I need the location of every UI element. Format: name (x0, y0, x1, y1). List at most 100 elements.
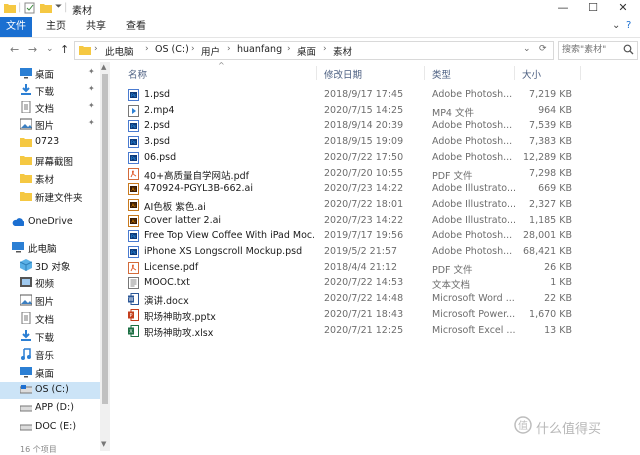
sidebar-item-pictures-pc[interactable]: 图片 (0, 292, 100, 309)
file-row[interactable]: Ps 2.psd 2018/9/14 20:39 Adobe Photosh... 7,… (122, 118, 592, 134)
file-type: Adobe Photosh... (432, 151, 513, 163)
file-row[interactable]: P 职场神助攻.pptx 2020/7/21 18:43 Microsoft Powe… (122, 307, 592, 323)
status-item-count: 16 个项目 (20, 445, 57, 454)
file-row[interactable]: Ps 06.psd 2020/7/22 17:50 Adobe Photosh... 1… (122, 150, 592, 166)
quick-access-dropdown-icon[interactable]: ⏷ (55, 2, 62, 14)
file-row[interactable]: Ps iPhone XS Longscroll Mockup.psd 2019/5/… (122, 244, 592, 260)
svg-text:Ps: Ps (131, 234, 137, 240)
file-row[interactable]: License.pdf 2018/4/4 21:12 PDF 文件 26 KB (122, 260, 592, 276)
sidebar-item-videos[interactable]: 视频 (0, 274, 100, 291)
column-divider[interactable] (580, 66, 581, 80)
folder-icon (20, 192, 32, 201)
column-header-name[interactable]: 名称 (128, 67, 147, 81)
file-type: Adobe Photosh... (432, 136, 513, 148)
column-header-date[interactable]: 修改日期 (324, 67, 362, 81)
sidebar-item-downloads-pc[interactable]: 下载 (0, 328, 100, 345)
file-date: 2019/7/17 19:56 (324, 230, 404, 242)
forward-button[interactable]: → (28, 43, 37, 56)
ribbon-expand-icon[interactable]: ⌄ (612, 20, 620, 31)
search-input[interactable] (559, 42, 621, 57)
sidebar-item-this-pc[interactable]: 此电脑 (0, 239, 100, 256)
file-row[interactable]: X 职场神助攻.xlsx 2020/7/21 12:25 Microsoft Exce… (122, 323, 592, 339)
pin-icon[interactable]: ✦ (88, 118, 95, 127)
navigation-pane-scrollbar[interactable]: ▲ ▼ (100, 62, 110, 451)
tab-view[interactable]: 查看 (120, 17, 152, 37)
up-button[interactable]: ↑ (60, 43, 69, 56)
sidebar-item-doc-e[interactable]: DOC (E:) (0, 419, 100, 436)
file-row[interactable]: MOOC.txt 2020/7/22 14:53 文本文档 1 KB (122, 275, 592, 291)
sidebar-item-3d-objects[interactable]: 3D 对象 (0, 257, 100, 274)
column-header-type[interactable]: 类型 (432, 67, 451, 81)
maximize-button[interactable]: ☐ (578, 0, 608, 17)
scrollbar-thumb[interactable] (102, 74, 108, 404)
help-icon[interactable]: ? (626, 20, 631, 31)
breadcrumb-os-c[interactable]: OS (C:) (155, 44, 189, 55)
sidebar-item-onedrive[interactable]: OneDrive (0, 214, 100, 231)
sidebar-item-app-d[interactable]: APP (D:) (0, 400, 100, 417)
column-header-size[interactable]: 大小 (522, 67, 541, 81)
sidebar-item-label: 视频 (35, 279, 55, 290)
file-type: Adobe Illustrato... (432, 214, 517, 226)
sidebar-item-folder-0723[interactable]: 0723 (0, 134, 100, 151)
address-dropdown-icon[interactable]: ⌄ (523, 44, 531, 54)
file-row[interactable]: Ps 1.psd 2018/9/17 17:45 Adobe Photosh... 7,… (122, 87, 592, 103)
file-date: 2020/7/23 14:22 (324, 183, 404, 195)
tab-share[interactable]: 共享 (80, 17, 112, 37)
breadcrumb-user[interactable]: huanfang (237, 44, 282, 55)
download-icon (21, 84, 31, 95)
back-button[interactable]: ← (10, 43, 19, 56)
file-row[interactable]: 40+高质量自学网站.pdf 2020/7/20 10:55 PDF 文件 7,298… (122, 166, 592, 182)
sidebar-item-downloads[interactable]: 下载 ✦ (0, 82, 100, 99)
illustrator-file-icon: Ai (128, 183, 139, 196)
sidebar-item-desktop[interactable]: 桌面 ✦ (0, 65, 100, 82)
sidebar-item-assets[interactable]: 素材 (0, 170, 100, 187)
pdf-file-icon (128, 167, 139, 180)
pin-icon[interactable]: ✦ (88, 84, 95, 93)
scroll-down-icon[interactable]: ▼ (101, 440, 106, 448)
illustrator-file-icon: Ai (128, 198, 139, 211)
sidebar-item-label: OS (C:) (35, 384, 69, 395)
sidebar-item-os-c[interactable]: OS (C:) (0, 382, 100, 399)
file-row[interactable]: 2.mp4 2020/7/15 14:25 MP4 文件 964 KB (122, 103, 592, 119)
column-divider[interactable] (514, 66, 515, 80)
pin-icon[interactable]: ✦ (88, 101, 95, 110)
refresh-icon[interactable]: ⟳ (539, 44, 547, 54)
file-row[interactable]: Ai AI色板 紫色.ai 2020/7/22 18:01 Adobe Illustr… (122, 197, 592, 213)
tab-file[interactable]: 文件 (0, 17, 32, 37)
recent-locations-button[interactable]: ⌄ (46, 44, 54, 54)
breadcrumb-current[interactable]: 素材 (333, 44, 352, 58)
column-divider[interactable] (316, 66, 317, 80)
address-bar[interactable]: › 此电脑 › OS (C:) › 用户 › huanfang › 桌面 › 素… (74, 41, 554, 60)
file-row[interactable]: W 演讲.docx 2020/7/22 14:48 Microsoft Word ..… (122, 291, 592, 307)
close-button[interactable]: ✕ (608, 0, 638, 17)
sidebar-item-music[interactable]: 音乐 (0, 346, 100, 363)
file-row[interactable]: Ps Free Top View Coffee With iPad Moc... 2… (122, 228, 592, 244)
folder-icon (79, 46, 91, 55)
sidebar-item-documents[interactable]: 文档 ✦ (0, 99, 100, 116)
sidebar-item-documents-pc[interactable]: 文档 (0, 310, 100, 327)
tab-home[interactable]: 主页 (40, 17, 72, 37)
sidebar-item-new-folder[interactable]: 新建文件夹 (0, 188, 100, 205)
sidebar-item-pictures[interactable]: 图片 ✦ (0, 116, 100, 133)
file-row[interactable]: Ai 470924-PGYL3B-662.ai 2020/7/23 14:22 Ado… (122, 181, 592, 197)
sidebar-item-desktop-pc[interactable]: 桌面 (0, 364, 100, 381)
new-folder-icon[interactable] (40, 2, 52, 14)
minimize-button[interactable]: — (548, 0, 578, 17)
properties-icon[interactable] (24, 2, 36, 14)
file-date: 2020/7/22 17:50 (324, 151, 404, 163)
scroll-up-icon[interactable]: ▲ (101, 63, 106, 71)
sidebar-item-screenshots[interactable]: 屏幕截图 (0, 152, 100, 169)
column-divider[interactable] (424, 66, 425, 80)
breadcrumb-desktop[interactable]: 桌面 (297, 44, 316, 58)
file-date: 2020/7/15 14:25 (324, 104, 404, 116)
breadcrumb-users[interactable]: 用户 (201, 44, 220, 58)
file-size: 7,383 KB (529, 136, 572, 148)
breadcrumb-this-pc[interactable]: 此电脑 (105, 44, 134, 58)
pin-icon[interactable]: ✦ (88, 67, 95, 76)
search-box[interactable] (558, 41, 638, 60)
file-row[interactable]: Ps 3.psd 2018/9/15 19:09 Adobe Photosh... 7,… (122, 134, 592, 150)
sidebar-item-label: 图片 (35, 121, 55, 132)
drive-icon (20, 405, 32, 412)
search-icon[interactable] (623, 44, 634, 55)
file-row[interactable]: Ai Cover latter 2.ai 2020/7/23 14:22 Adobe … (122, 213, 592, 229)
